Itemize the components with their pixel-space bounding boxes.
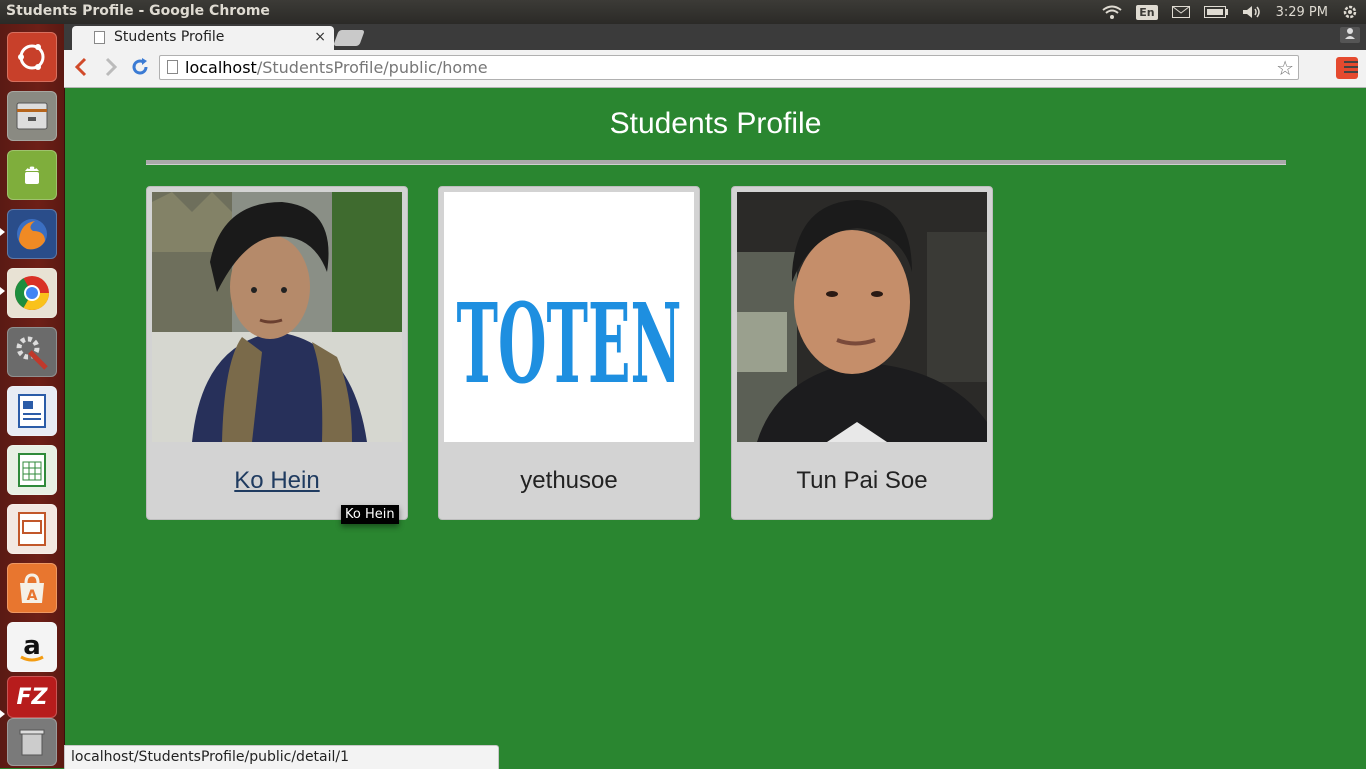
tab-strip: Students Profile × xyxy=(64,24,1366,50)
url-host: localhost xyxy=(185,58,257,77)
student-name-link[interactable]: Ko Hein xyxy=(147,467,407,495)
reload-button[interactable] xyxy=(130,57,150,80)
page-favicon-icon xyxy=(94,31,105,44)
mail-icon[interactable] xyxy=(1171,6,1190,18)
tab-title: Students Profile xyxy=(114,29,225,45)
student-name-link[interactable]: Tun Pai Soe xyxy=(732,467,992,495)
forward-button[interactable] xyxy=(104,57,118,80)
address-bar[interactable]: localhost/StudentsProfile/public/home ☆ xyxy=(159,55,1299,80)
ubuntu-dash-icon[interactable] xyxy=(7,32,57,82)
gear-icon[interactable] xyxy=(1342,4,1358,20)
trash-icon[interactable] xyxy=(7,718,57,766)
files-icon[interactable] xyxy=(7,91,57,141)
system-settings-icon[interactable] xyxy=(7,327,57,377)
firefox-icon[interactable] xyxy=(7,209,57,259)
unity-launcher: A a FZ xyxy=(0,24,65,768)
url-path: /StudentsProfile/public/home xyxy=(256,58,488,77)
close-tab-icon[interactable]: × xyxy=(314,29,326,45)
android-icon[interactable] xyxy=(7,150,57,200)
divider xyxy=(146,160,1286,165)
back-button[interactable] xyxy=(74,57,88,80)
amazon-letter: a xyxy=(23,631,41,661)
filezilla-icon[interactable]: FZ xyxy=(7,676,57,718)
bookmark-star-icon[interactable]: ☆ xyxy=(1276,56,1294,80)
tab-students-profile[interactable]: Students Profile × xyxy=(72,26,334,50)
status-bar-url: localhost/StudentsProfile/public/detail/… xyxy=(64,745,499,769)
student-card[interactable]: Ko Hein xyxy=(146,186,408,520)
volume-icon[interactable] xyxy=(1242,5,1262,19)
impress-icon[interactable] xyxy=(7,504,57,554)
page-title: Students Profile xyxy=(609,107,822,140)
page-icon xyxy=(167,60,178,74)
student-photo[interactable]: TOTEN xyxy=(444,192,694,442)
url-text[interactable]: localhost/StudentsProfile/public/home xyxy=(185,58,488,77)
software-center-icon[interactable]: A xyxy=(7,563,57,613)
student-photo[interactable] xyxy=(737,192,987,442)
top-panel: Students Profile - Google Chrome En 3:29… xyxy=(0,0,1366,24)
student-card[interactable]: Tun Pai Soe xyxy=(731,186,993,520)
amazon-icon[interactable]: a xyxy=(7,622,57,672)
writer-icon[interactable] xyxy=(7,386,57,436)
svg-text:A: A xyxy=(27,588,38,604)
system-tray: En 3:29 PM xyxy=(1102,0,1358,24)
link-tooltip: Ko Hein xyxy=(341,505,399,524)
filezilla-letters: FZ xyxy=(16,684,48,710)
browser-toolbar: localhost/StudentsProfile/public/home ☆ xyxy=(64,50,1366,88)
page-content: Students Profile Ko Hein TOTEN yethusoe … xyxy=(65,88,1366,768)
student-card[interactable]: TOTEN yethusoe xyxy=(438,186,700,520)
battery-icon[interactable] xyxy=(1203,6,1228,18)
logo-text: TOTEN xyxy=(457,279,682,408)
student-photo[interactable] xyxy=(152,192,402,442)
window-title: Students Profile - Google Chrome xyxy=(6,3,270,19)
student-name-link[interactable]: yethusoe xyxy=(439,467,699,495)
chrome-icon[interactable] xyxy=(7,268,57,318)
new-tab-button[interactable] xyxy=(333,30,365,46)
chrome-menu-icon[interactable] xyxy=(1344,58,1358,79)
profile-icon[interactable] xyxy=(1340,27,1360,43)
clock[interactable]: 3:29 PM xyxy=(1276,5,1328,20)
wifi-icon[interactable] xyxy=(1102,5,1122,19)
keyboard-layout-indicator[interactable]: En xyxy=(1136,4,1158,20)
calc-icon[interactable] xyxy=(7,445,57,495)
